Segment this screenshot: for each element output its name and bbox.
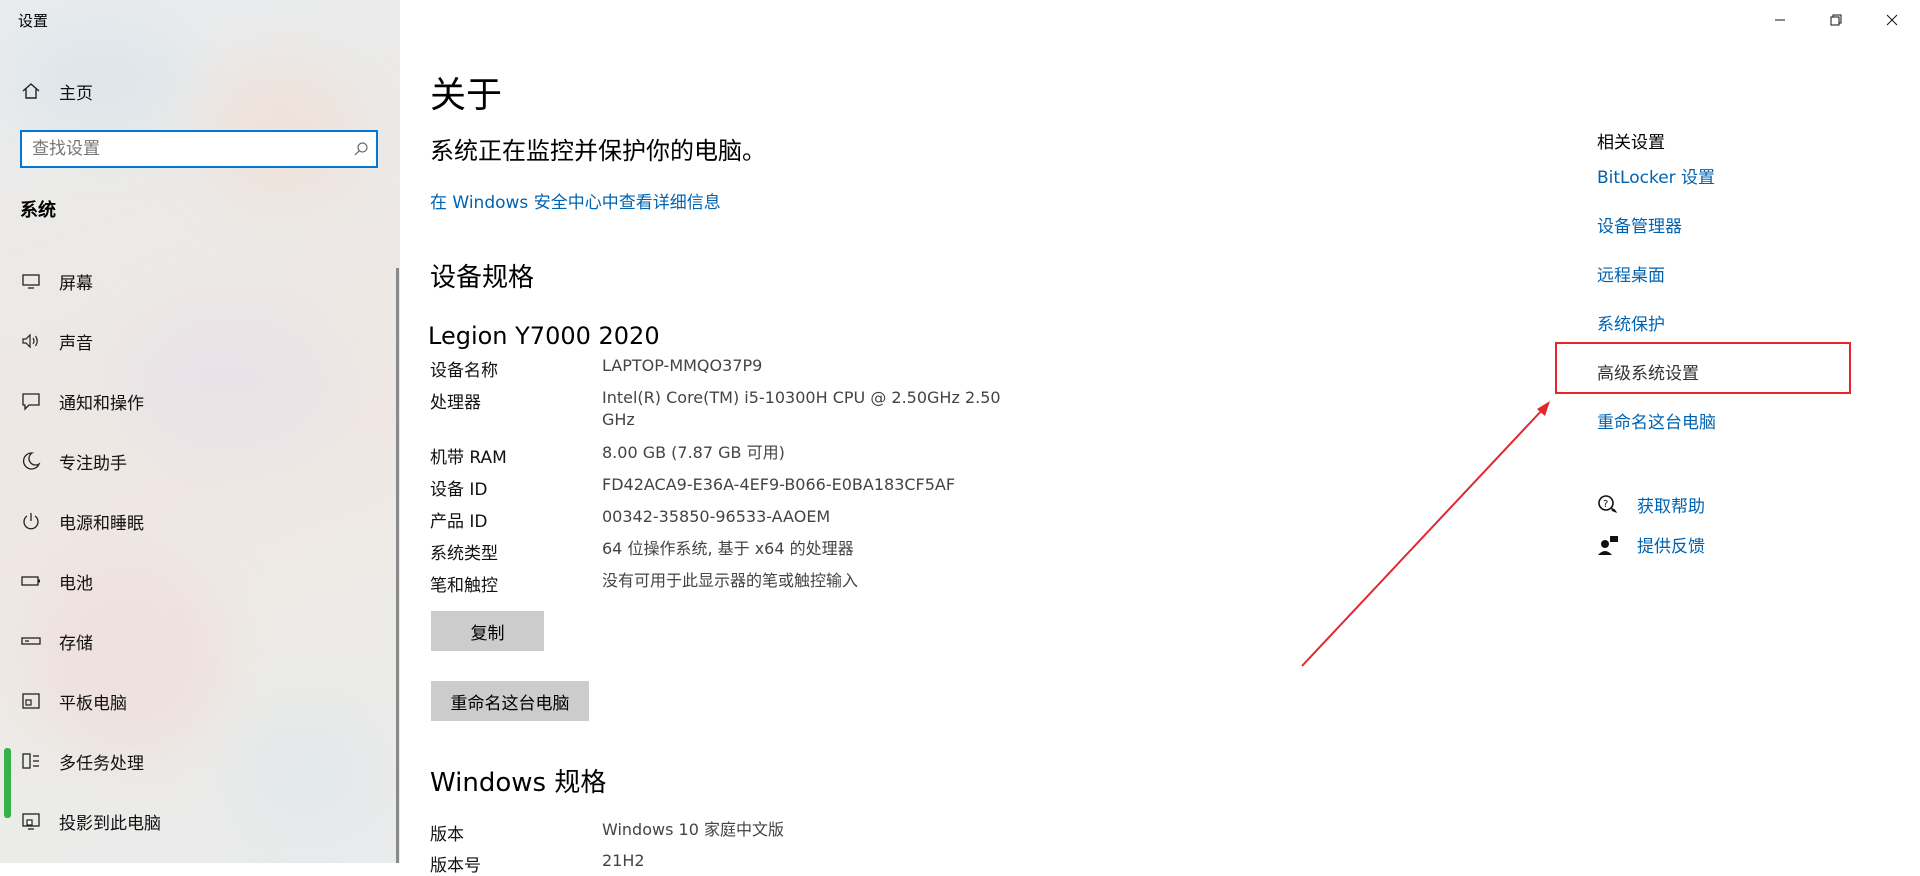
- spec-label: 设备 ID: [430, 480, 488, 500]
- spec-value: Intel(R) Core(TM) i5-10300H CPU @ 2.50GH…: [602, 388, 1001, 429]
- sidebar-item-sound[interactable]: 声音: [20, 327, 93, 355]
- feedback-icon: [1597, 534, 1619, 556]
- home-icon: [20, 80, 42, 102]
- spec-value: LAPTOP-MMQO37P9: [602, 356, 763, 375]
- give-feedback-link[interactable]: 提供反馈: [1597, 532, 1705, 557]
- get-help-label: 获取帮助: [1637, 497, 1705, 517]
- spec-value: 00342-35850-96533-AAOEM: [602, 507, 831, 526]
- spec-value: 21H2: [602, 851, 645, 870]
- sidebar: 设置 主页 系统 屏幕 声音 通知和操作 专注助手: [0, 0, 400, 863]
- sidebar-item-battery[interactable]: 电池: [20, 567, 93, 595]
- device-specs-heading: 设备规格: [430, 263, 535, 293]
- spec-label: 系统类型: [430, 544, 498, 564]
- get-help-link[interactable]: ? 获取帮助: [1597, 492, 1705, 517]
- monitor-icon: [20, 270, 42, 292]
- moon-icon: [20, 450, 42, 472]
- sidebar-item-label: 屏幕: [59, 273, 93, 294]
- sidebar-item-multitasking[interactable]: 多任务处理: [20, 747, 144, 775]
- device-manager-link[interactable]: 设备管理器: [1597, 212, 1682, 237]
- rename-pc-button[interactable]: 重命名这台电脑: [431, 681, 589, 721]
- sidebar-item-project[interactable]: 投影到此电脑: [20, 807, 161, 835]
- spec-value: 没有可用于此显示器的笔或触控输入: [602, 571, 859, 590]
- spec-value: 64 位操作系统, 基于 x64 的处理器: [602, 539, 854, 558]
- sidebar-item-label: 多任务处理: [59, 753, 144, 774]
- restore-button[interactable]: [1808, 0, 1864, 40]
- spec-label: 笔和触控: [430, 576, 498, 596]
- security-center-link[interactable]: 在 Windows 安全中心中查看详细信息: [430, 188, 721, 213]
- copy-button[interactable]: 复制: [431, 611, 544, 651]
- rename-pc-link[interactable]: 重命名这台电脑: [1597, 408, 1716, 433]
- sidebar-scrollbar[interactable]: [4, 748, 11, 818]
- spec-label: 机带 RAM: [430, 448, 507, 468]
- sidebar-item-focus-assist[interactable]: 专注助手: [20, 447, 127, 475]
- svg-text:?: ?: [1603, 499, 1608, 510]
- sidebar-item-label: 电源和睡眠: [59, 513, 144, 534]
- give-feedback-label: 提供反馈: [1637, 537, 1705, 557]
- annotation-highlight-box: [1555, 342, 1851, 394]
- sidebar-item-home[interactable]: 主页: [20, 77, 93, 105]
- minimize-icon: [1775, 19, 1785, 21]
- sidebar-item-label: 通知和操作: [59, 393, 144, 414]
- windows-specs-heading: Windows 规格: [430, 768, 607, 798]
- remote-desktop-link[interactable]: 远程桌面: [1597, 261, 1665, 286]
- search-icon[interactable]: [346, 141, 376, 157]
- search-input[interactable]: [22, 138, 346, 160]
- minimize-button[interactable]: [1752, 0, 1808, 40]
- sidebar-item-label: 主页: [59, 83, 93, 104]
- sidebar-item-display[interactable]: 屏幕: [20, 267, 93, 295]
- spec-label: 产品 ID: [430, 512, 488, 532]
- sidebar-item-label: 投影到此电脑: [59, 813, 161, 834]
- storage-icon: [20, 630, 42, 652]
- multitask-icon: [20, 750, 42, 772]
- sidebar-item-label: 声音: [59, 333, 93, 354]
- sidebar-item-label: 专注助手: [59, 453, 127, 474]
- device-model: Legion Y7000 2020: [428, 322, 660, 350]
- bitlocker-link[interactable]: BitLocker 设置: [1597, 163, 1715, 188]
- spec-label: 版本: [430, 825, 464, 845]
- spec-value: Windows 10 家庭中文版: [602, 820, 784, 839]
- spec-label: 处理器: [430, 393, 481, 413]
- protection-status-text: 系统正在监控并保护你的电脑。: [430, 137, 766, 165]
- tablet-icon: [20, 690, 42, 712]
- sidebar-section-title: 系统: [20, 200, 56, 221]
- page-title: 关于: [430, 75, 503, 116]
- restore-icon: [1830, 14, 1842, 26]
- spec-label: 版本号: [430, 856, 481, 876]
- project-icon: [20, 810, 42, 832]
- notification-icon: [20, 390, 42, 412]
- sidebar-item-tablet[interactable]: 平板电脑: [20, 687, 127, 715]
- system-protection-link[interactable]: 系统保护: [1597, 310, 1665, 335]
- sidebar-item-power[interactable]: 电源和睡眠: [20, 507, 144, 535]
- sidebar-item-label: 存储: [59, 633, 93, 654]
- battery-icon: [20, 570, 42, 592]
- help-chat-icon: ?: [1597, 494, 1619, 516]
- close-button[interactable]: [1864, 0, 1920, 40]
- sidebar-item-notifications[interactable]: 通知和操作: [20, 387, 144, 415]
- spec-value: 8.00 GB (7.87 GB 可用): [602, 443, 785, 462]
- close-icon: [1886, 14, 1898, 26]
- sidebar-item-label: 电池: [59, 573, 93, 594]
- power-icon: [20, 510, 42, 532]
- speaker-icon: [20, 330, 42, 352]
- sidebar-item-label: 平板电脑: [59, 693, 127, 714]
- window-title: 设置: [18, 12, 49, 30]
- spec-label: 设备名称: [430, 361, 498, 381]
- related-settings-title: 相关设置: [1597, 133, 1665, 153]
- search-field[interactable]: [20, 130, 378, 168]
- divider: [396, 268, 399, 863]
- window-controls: [1752, 0, 1920, 40]
- spec-value: FD42ACA9-E36A-4EF9-B066-E0BA183CF5AF: [602, 475, 956, 494]
- sidebar-item-storage[interactable]: 存储: [20, 627, 93, 655]
